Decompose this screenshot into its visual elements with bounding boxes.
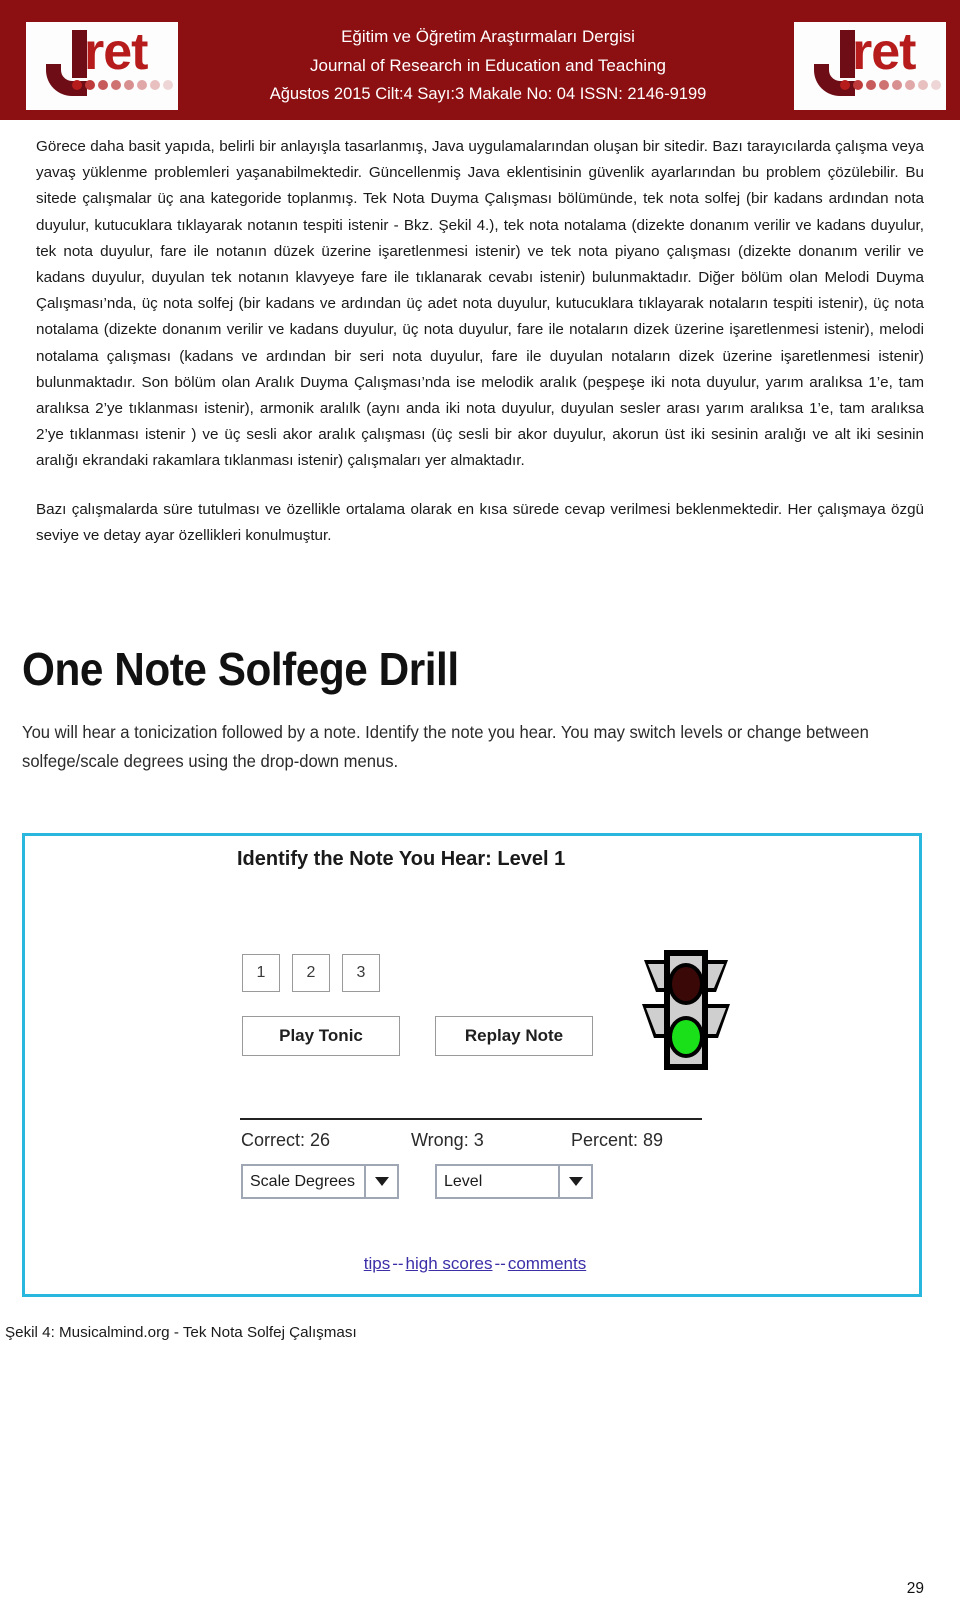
banner-inner: ret Eğitim ve Öğretim Araştırmaları Derg… bbox=[8, 6, 952, 114]
comments-link[interactable]: comments bbox=[508, 1254, 586, 1273]
level-select[interactable]: Level bbox=[435, 1164, 593, 1199]
replay-note-button[interactable]: Replay Note bbox=[435, 1016, 593, 1056]
note-answer-buttons: 1 2 3 bbox=[242, 954, 380, 992]
stats-row: Correct: 26 Wrong: 3 Percent: 89 bbox=[241, 1130, 706, 1151]
stat-percent: Percent: 89 bbox=[571, 1130, 664, 1150]
jret-logo-right: ret bbox=[794, 22, 946, 110]
high-scores-link[interactable]: high scores bbox=[406, 1254, 493, 1273]
dropdown-row: Scale Degrees Level bbox=[241, 1164, 593, 1199]
link-separator-1: -- bbox=[392, 1254, 404, 1273]
scale-degrees-select-value: Scale Degrees bbox=[250, 1172, 355, 1190]
app-title: One Note Solfege Drill bbox=[22, 643, 459, 695]
note-button-1[interactable]: 1 bbox=[242, 954, 280, 992]
app-description: You will hear a tonicization followed by… bbox=[22, 722, 869, 771]
journal-header-banner: ret Eğitim ve Öğretim Araştırmaları Derg… bbox=[0, 0, 960, 120]
jret-logo-left: ret bbox=[26, 22, 178, 110]
action-buttons: Play Tonic Replay Note bbox=[242, 1016, 593, 1056]
stat-wrong: Wrong: 3 bbox=[411, 1130, 484, 1150]
journal-title-tr: Eğitim ve Öğretim Araştırmaları Dergisi bbox=[341, 27, 635, 46]
traffic-light-icon bbox=[630, 934, 742, 1074]
applet-heading: Identify the Note You Hear: Level 1 bbox=[237, 848, 566, 870]
stat-correct: Correct: 26 bbox=[241, 1130, 331, 1150]
chevron-down-icon-2[interactable] bbox=[558, 1166, 591, 1197]
journal-issue-line: Ağustos 2015 Cilt:4 Sayı:3 Makale No: 04… bbox=[269, 85, 707, 103]
jret-logo-wordmark: ret bbox=[84, 23, 148, 81]
footer-links: tips -- high scores -- comments bbox=[25, 1254, 925, 1274]
jret-logo-dots-icon-2 bbox=[840, 80, 941, 90]
body-paragraph-2: Bazı çalışmalarda süre tutulması ve özel… bbox=[36, 500, 924, 544]
banner-title-block: Eğitim ve Öğretim Araştırmaları Dergisi … bbox=[188, 22, 788, 109]
link-separator-2: -- bbox=[494, 1254, 506, 1273]
note-button-2[interactable]: 2 bbox=[292, 954, 330, 992]
level-select-value: Level bbox=[444, 1172, 483, 1190]
stats-divider bbox=[240, 1118, 702, 1120]
jret-logo-wordmark-2: ret bbox=[852, 23, 916, 81]
applet-panel: Identify the Note You Hear: Level 1 1 2 … bbox=[22, 833, 922, 1297]
play-tonic-button[interactable]: Play Tonic bbox=[242, 1016, 400, 1056]
scale-degrees-select[interactable]: Scale Degrees bbox=[241, 1164, 399, 1199]
figure-caption: Şekil 4: Musicalmind.org - Tek Nota Solf… bbox=[5, 1324, 357, 1341]
body-paragraph-1: Görece daha basit yapıda, belirli bir an… bbox=[36, 138, 924, 470]
page-number: 29 bbox=[906, 1580, 924, 1597]
jret-logo-dots-icon bbox=[72, 80, 173, 90]
tips-link[interactable]: tips bbox=[364, 1254, 390, 1273]
journal-title-en: Journal of Research in Education and Tea… bbox=[310, 56, 666, 75]
note-button-3[interactable]: 3 bbox=[342, 954, 380, 992]
chevron-down-icon[interactable] bbox=[364, 1166, 397, 1197]
document-body: Görece daha basit yapıda, belirli bir an… bbox=[0, 120, 960, 549]
